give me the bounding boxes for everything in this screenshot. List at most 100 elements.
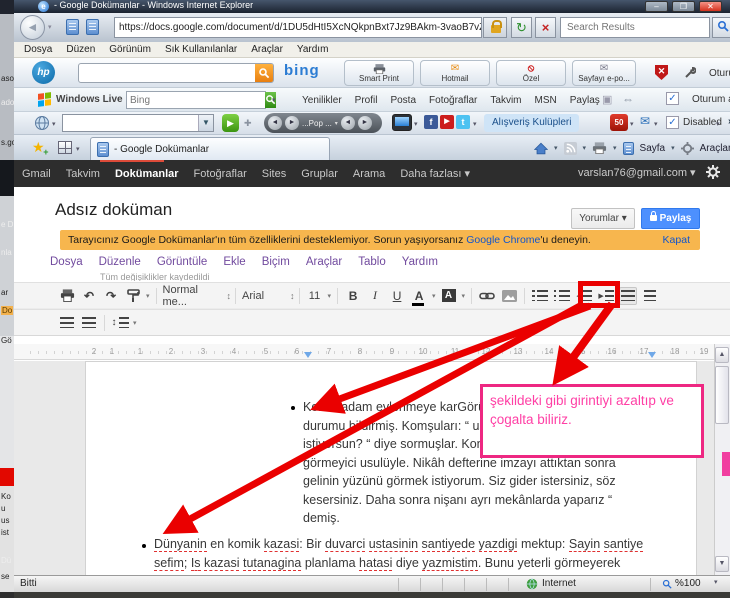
- paragraph-2[interactable]: Dünyanin en komik kazasi: Bir duvarci us…: [154, 535, 699, 572]
- scrollbar-thumb[interactable]: [715, 366, 729, 424]
- shopping-clubs-label[interactable]: Alışveriş Kulüpleri: [484, 114, 579, 132]
- live-link-0[interactable]: Yenilikler: [302, 95, 342, 106]
- social-dropdown-icon[interactable]: ▾: [473, 120, 477, 128]
- ie-menu-item-3[interactable]: Sık Kullanılanlar: [165, 44, 237, 55]
- search-go-button[interactable]: [712, 17, 730, 38]
- ie-menu-item-2[interactable]: Görünüm: [109, 44, 151, 55]
- tv-icon[interactable]: [392, 114, 412, 131]
- email-page-button[interactable]: ✉ Sayfayı e-po...: [572, 60, 636, 86]
- zoom-magnifier-icon[interactable]: [662, 579, 672, 589]
- live-session-label[interactable]: Oturum a: [692, 94, 730, 105]
- align-left-icon[interactable]: [619, 287, 637, 305]
- undo-icon[interactable]: ↶: [80, 287, 98, 305]
- checkbox-icon[interactable]: ✓: [666, 92, 679, 105]
- google-nav-item-7[interactable]: Daha fazlası ▾: [400, 167, 470, 180]
- mail-dropdown-icon[interactable]: ▾: [654, 120, 658, 128]
- docs-menu-item-5[interactable]: Araçlar: [306, 256, 342, 272]
- redo-icon[interactable]: ↷: [102, 287, 120, 305]
- docs-menu-item-0[interactable]: Dosya: [50, 256, 83, 272]
- facebook-icon[interactable]: f: [424, 115, 438, 129]
- live-link-1[interactable]: Profil: [355, 95, 378, 106]
- spacing-dropdown-icon[interactable]: ▾: [133, 319, 137, 327]
- google-nav-item-1[interactable]: Takvim: [66, 168, 100, 180]
- size-dropdown-icon[interactable]: ▾: [328, 292, 332, 300]
- live-search-input[interactable]: [127, 92, 265, 108]
- pin-icon[interactable]: ✚: [244, 118, 252, 129]
- home-icon[interactable]: [534, 142, 548, 155]
- print-icon[interactable]: [592, 142, 607, 154]
- align-center-icon[interactable]: [641, 287, 659, 305]
- disabled-dropdown-icon[interactable]: ▾: [716, 120, 720, 128]
- settings-gear-icon[interactable]: [706, 165, 720, 179]
- ozel-button[interactable]: ⦸ Özel: [496, 60, 566, 86]
- home-dropdown-icon[interactable]: ▾: [554, 144, 558, 152]
- ie-menu-item-5[interactable]: Yardım: [297, 44, 329, 55]
- page-menu-label[interactable]: Sayfa: [640, 143, 666, 154]
- font-size-dropdown[interactable]: 11: [306, 287, 324, 305]
- live-link-6[interactable]: Paylaş: [570, 95, 600, 106]
- live-search-box[interactable]: [126, 91, 266, 109]
- google-nav-item-5[interactable]: Gruplar: [301, 168, 338, 180]
- google-nav-item-2[interactable]: Dokümanlar: [115, 168, 179, 180]
- italic-button[interactable]: I: [366, 287, 384, 305]
- maximize-button[interactable]: ❐: [672, 1, 695, 12]
- insert-link-icon[interactable]: [478, 287, 496, 305]
- resize-arrows-icon[interactable]: ⇔: [622, 92, 634, 106]
- media-prev-icon[interactable]: ◄: [268, 116, 282, 130]
- print-icon[interactable]: [58, 287, 76, 305]
- globe-dropdown-icon[interactable]: ▾: [52, 120, 56, 128]
- numbered-list-icon[interactable]: [531, 287, 549, 305]
- page-icon[interactable]: [66, 19, 79, 35]
- account-email[interactable]: varslan76@gmail.com ▾: [578, 166, 696, 179]
- youtube-icon[interactable]: ▶: [440, 115, 454, 129]
- back-button[interactable]: ◄: [20, 15, 45, 40]
- stop-button[interactable]: ×: [535, 17, 556, 38]
- hotmail-button[interactable]: ✉ Hotmail: [420, 60, 490, 86]
- back-dropdown-icon[interactable]: ▾: [48, 23, 52, 31]
- google-nav-item-0[interactable]: Gmail: [22, 168, 51, 180]
- ruler[interactable]: 2112345678910111213141516171819: [14, 344, 714, 360]
- page-dropdown-icon[interactable]: ▾: [671, 144, 675, 152]
- chrome-link[interactable]: Google Chrome: [466, 234, 540, 246]
- docs-menu-item-7[interactable]: Yardım: [402, 256, 438, 272]
- font-dropdown[interactable]: Arial: [242, 287, 288, 305]
- note-icon[interactable]: ▣: [602, 93, 612, 106]
- add-favorite-star-icon[interactable]: ★: [32, 139, 45, 156]
- media-fwd-icon[interactable]: ►: [358, 116, 372, 130]
- document-title[interactable]: Adsız doküman: [55, 200, 172, 220]
- justify-icon[interactable]: [80, 314, 98, 332]
- media-back-icon[interactable]: ◄: [341, 116, 355, 130]
- media-label[interactable]: ...Pop ...: [302, 119, 332, 128]
- hp-search-button[interactable]: [255, 64, 273, 82]
- insert-image-icon[interactable]: [500, 287, 518, 305]
- docs-menu-item-1[interactable]: Düzenle: [99, 256, 141, 272]
- hp-session-label[interactable]: Oturum: [709, 68, 730, 79]
- wrench-icon[interactable]: [684, 67, 696, 79]
- quick-tabs-icon[interactable]: [58, 141, 72, 154]
- print-dropdown-icon[interactable]: ▾: [613, 144, 617, 152]
- media-play-icon[interactable]: ►: [285, 116, 299, 130]
- indent-marker-icon[interactable]: [304, 352, 312, 358]
- hp-search-box[interactable]: [78, 63, 274, 83]
- close-button[interactable]: ✕: [699, 1, 722, 12]
- zoom-dropdown-icon[interactable]: ▾: [714, 578, 718, 586]
- tv-dropdown-icon[interactable]: ▾: [414, 120, 418, 128]
- docs-menu-item-4[interactable]: Biçim: [262, 256, 290, 272]
- zoom-level[interactable]: %100: [675, 578, 701, 589]
- search-input[interactable]: [565, 18, 705, 37]
- page-icon[interactable]: [86, 19, 99, 35]
- bing-logo[interactable]: bing: [284, 62, 320, 79]
- ie-menu-item-0[interactable]: Dosya: [24, 44, 52, 55]
- tabs-dropdown-icon[interactable]: ▾: [76, 145, 80, 153]
- bold-button[interactable]: B: [344, 287, 362, 305]
- align-right-icon[interactable]: [58, 314, 76, 332]
- paint-format-icon[interactable]: [124, 287, 142, 305]
- ie-menu-item-1[interactable]: Düzen: [66, 44, 95, 55]
- hp-search-input[interactable]: [79, 64, 255, 82]
- docs-menu-item-2[interactable]: Görüntüle: [157, 256, 208, 272]
- underline-button[interactable]: U: [388, 287, 406, 305]
- globe-settings-icon[interactable]: [34, 115, 50, 131]
- live-search-dropdown-icon[interactable]: ▾: [272, 96, 276, 104]
- docs-menu-item-6[interactable]: Tablo: [358, 256, 386, 272]
- font-updown-icon[interactable]: ↕: [290, 291, 295, 301]
